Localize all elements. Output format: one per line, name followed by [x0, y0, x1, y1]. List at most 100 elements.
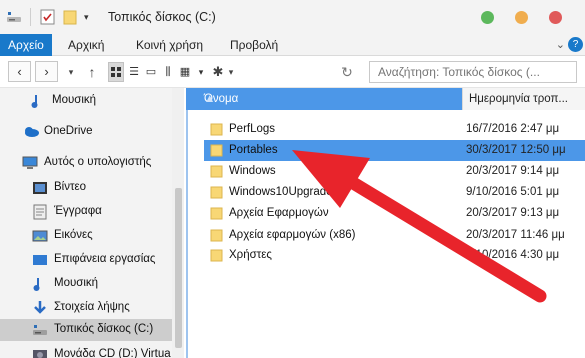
column-name-header[interactable]: Όνομα ▲	[186, 88, 462, 110]
file-name: Windows10Upgrade	[229, 186, 333, 198]
sidebar-item-music[interactable]: Μουσική	[0, 273, 172, 295]
sidebar-item-videos[interactable]: Βίντεο	[0, 177, 172, 199]
tab-file[interactable]: Αρχείο	[0, 34, 52, 56]
folder-icon	[210, 207, 223, 220]
file-row[interactable]: PerfLogs 16/7/2016 2:47 μμ	[204, 119, 585, 140]
folder-icon	[210, 144, 223, 157]
new-folder-icon[interactable]	[63, 9, 77, 25]
column-date-header[interactable]: Ημερομηνία τροπ...	[462, 88, 585, 110]
file-date: 16/7/2016 2:47 μμ	[466, 123, 560, 135]
details-view-icon[interactable]: ▭	[143, 62, 159, 82]
file-name: Portables	[229, 144, 278, 156]
sidebar-item-downloads[interactable]: Στοιχεία λήψης	[0, 297, 172, 319]
pictures-icon	[32, 228, 48, 244]
cd-drive-icon	[32, 347, 48, 358]
file-date: 9/10/2016 5:01 μμ	[466, 186, 560, 198]
selection-strip	[186, 110, 188, 358]
file-row[interactable]: Windows10Upgrade 9/10/2016 5:01 μμ	[204, 182, 585, 203]
view-options-dropdown-icon[interactable]: ▾	[193, 62, 209, 82]
sidebar-item-label: Στοιχεία λήψης	[54, 301, 130, 313]
file-name: Αρχεία Εφαρμογών	[229, 207, 329, 219]
file-list: Όνομα ▲ Ημερομηνία τροπ... PerfLogs 16/7…	[186, 88, 585, 358]
sidebar-item-label: OneDrive	[44, 125, 93, 137]
tab-share[interactable]: Κοινή χρήση	[136, 34, 203, 56]
sidebar-item-label: Μουσική	[52, 94, 97, 106]
sort-ascending-icon: ▲	[204, 93, 216, 105]
cloud-icon	[22, 124, 39, 140]
ribbon-tabs: Αρχείο Αρχική Κοινή χρήση Προβολή ⌄ ?	[0, 34, 585, 56]
sidebar-item-documents[interactable]: Έγγραφα	[0, 201, 172, 223]
sidebar-item-label: Αυτός ο υπολογιστής	[44, 156, 152, 168]
separator	[30, 8, 31, 26]
download-icon	[32, 300, 48, 316]
video-icon	[32, 180, 48, 196]
column-date-label: Ημερομηνία τροπ...	[469, 93, 569, 105]
file-row-selected[interactable]: Portables 30/3/2017 12:50 μμ	[204, 140, 585, 161]
red-window-button[interactable]	[549, 11, 562, 24]
music-icon	[32, 276, 48, 292]
yellow-window-button[interactable]	[515, 11, 528, 24]
expand-ribbon-icon[interactable]: ⌄	[556, 38, 565, 51]
green-window-button[interactable]	[481, 11, 494, 24]
quick-access-dropdown-icon[interactable]: ▾	[84, 9, 94, 25]
sidebar-item-onedrive[interactable]: OneDrive	[0, 121, 172, 143]
search-box[interactable]	[369, 61, 577, 83]
desktop-icon	[32, 252, 48, 268]
file-date: 20/3/2017 9:14 μμ	[466, 165, 560, 177]
window-title: Τοπικός δίσκος (C:)	[108, 10, 216, 24]
sidebar-item-label: Εικόνες	[54, 229, 93, 241]
file-row[interactable]: Χρήστες 9/10/2016 4:30 μμ	[204, 245, 585, 266]
computer-icon	[22, 155, 38, 171]
drive-icon	[32, 322, 48, 338]
gear-icon[interactable]: ✱	[210, 62, 226, 82]
settings-dropdown-icon[interactable]: ▾	[226, 62, 236, 82]
forward-button[interactable]: ›	[35, 61, 58, 82]
file-date: 20/3/2017 9:13 μμ	[466, 207, 560, 219]
sidebar-item-local-disk[interactable]: Τοπικός δίσκος (C:)	[0, 319, 172, 341]
recent-locations-dropdown-icon[interactable]: ▾	[66, 62, 76, 82]
columns-view-icon[interactable]: ⫼	[160, 62, 176, 82]
toolbar: ‹ › ▾ ↑ ☰ ▭ ⫼ ▦ ▾ ✱ ▾ ↻	[0, 56, 585, 88]
music-icon	[30, 93, 46, 109]
search-input[interactable]	[370, 62, 576, 82]
folder-icon	[210, 165, 223, 178]
sidebar-item-pictures[interactable]: Εικόνες	[0, 225, 172, 247]
tab-view[interactable]: Προβολή	[230, 34, 278, 56]
file-date: 30/3/2017 12:50 μμ	[466, 144, 566, 156]
sidebar-item-label: Μουσική	[54, 277, 99, 289]
sidebar-item-desktop[interactable]: Επιφάνεια εργασίας	[0, 249, 172, 271]
sidebar-item-cd-drive[interactable]: Μονάδα CD (D:) Virtua	[0, 344, 172, 358]
sidebar-item-music-top[interactable]: Μουσική	[0, 90, 172, 112]
folder-icon	[210, 229, 223, 242]
sidebar-item-label: Μονάδα CD (D:) Virtua	[54, 348, 171, 358]
sidebar-item-this-pc[interactable]: Αυτός ο υπολογιστής	[0, 152, 172, 174]
title-bar: ▾ Τοπικός δίσκος (C:)	[0, 0, 585, 34]
column-header: Όνομα ▲ Ημερομηνία τροπ...	[186, 88, 585, 110]
help-icon[interactable]: ?	[568, 37, 583, 52]
navigation-pane: Μουσική OneDrive Αυτός ο υπολογιστής Βίν…	[0, 88, 184, 358]
file-row[interactable]: Αρχεία Εφαρμογών 20/3/2017 9:13 μμ	[204, 203, 585, 224]
folder-icon	[210, 186, 223, 199]
properties-icon[interactable]	[40, 9, 55, 25]
file-name: PerfLogs	[229, 123, 276, 135]
file-row[interactable]: Windows 20/3/2017 9:14 μμ	[204, 161, 585, 182]
icons-view-icon[interactable]	[108, 62, 124, 82]
sidebar-item-label: Επιφάνεια εργασίας	[54, 253, 156, 265]
sidebar-item-label: Βίντεο	[54, 181, 87, 193]
refresh-icon[interactable]: ↻	[339, 62, 355, 82]
tab-home[interactable]: Αρχική	[68, 34, 104, 56]
folder-icon	[210, 123, 223, 136]
folder-icon	[210, 249, 223, 262]
drive-icon	[6, 9, 22, 25]
sidebar-scrollbar-thumb[interactable]	[175, 188, 182, 348]
sidebar-item-label: Έγγραφα	[54, 205, 102, 217]
back-button[interactable]: ‹	[8, 61, 31, 82]
document-icon	[32, 204, 48, 220]
file-date: 9/10/2016 4:30 μμ	[466, 249, 560, 261]
list-view-icon[interactable]: ☰	[126, 62, 142, 82]
sidebar-item-label: Τοπικός δίσκος (C:)	[54, 323, 154, 335]
up-arrow-icon[interactable]: ↑	[84, 62, 100, 82]
tiles-view-icon[interactable]: ▦	[177, 62, 193, 82]
file-name: Αρχεία εφαρμογών (x86)	[229, 229, 356, 241]
file-row[interactable]: Αρχεία εφαρμογών (x86) 20/3/2017 11:46 μ…	[204, 225, 585, 246]
